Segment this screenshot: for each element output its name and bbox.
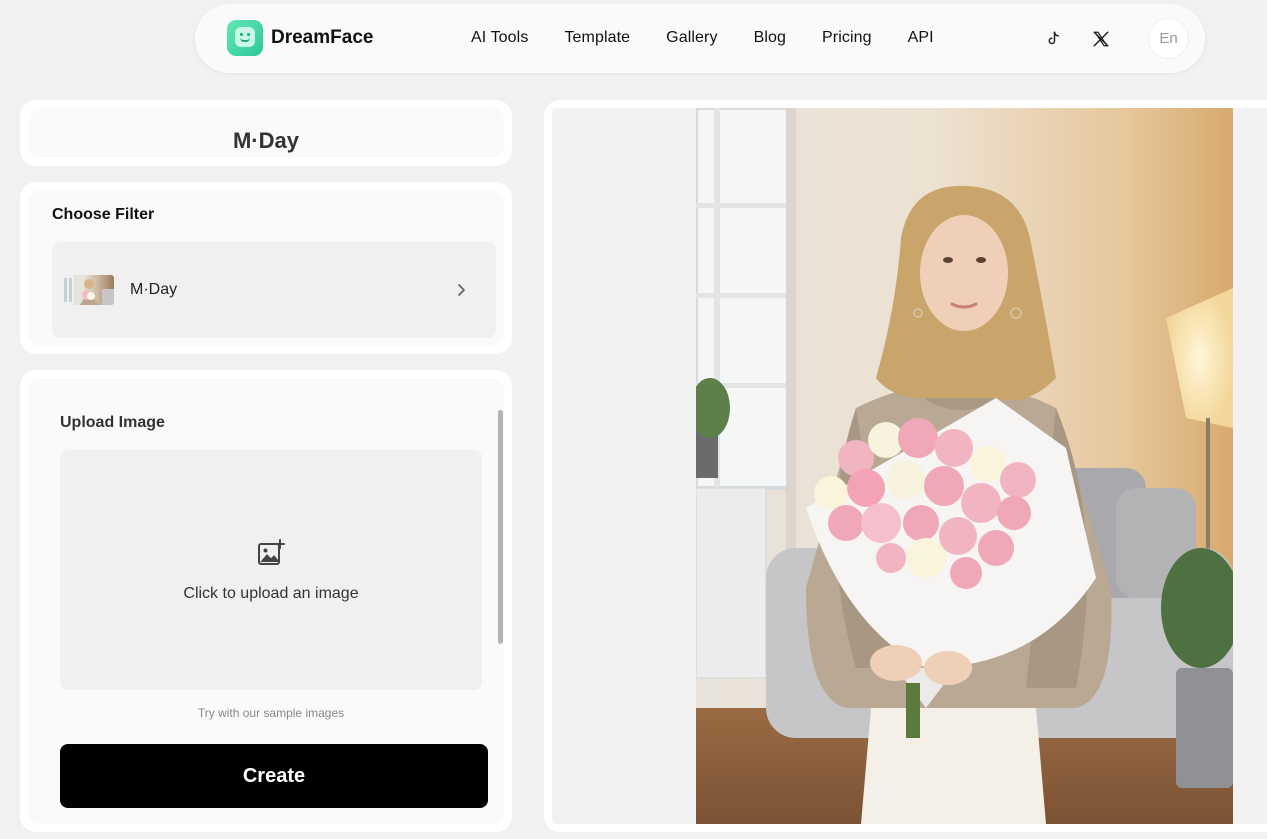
upload-dropzone[interactable]: Click to upload an image — [60, 450, 482, 690]
page-title: M·Day — [232, 128, 299, 153]
tiktok-icon[interactable] — [1043, 29, 1063, 49]
top-navigation-bar: DreamFace AI Tools Template Gallery Blog… — [195, 4, 1205, 73]
filter-card: Choose Filter M·Day — [20, 182, 512, 354]
preview-image — [696, 108, 1233, 824]
upload-card: Upload Image Click to upload an image Tr… — [20, 370, 512, 832]
brand-logo[interactable]: DreamFace — [227, 20, 373, 56]
upload-instruction: Click to upload an image — [183, 585, 359, 602]
nav-gallery[interactable]: Gallery — [666, 29, 717, 47]
filter-thumbnail — [62, 275, 114, 305]
add-image-icon — [256, 538, 286, 568]
dreamface-logo-icon — [227, 20, 263, 56]
scrollbar[interactable] — [498, 410, 503, 644]
sample-images-link[interactable]: Try with our sample images — [28, 706, 514, 720]
filter-selector[interactable]: M·Day — [52, 242, 496, 338]
main-nav: AI Tools Template Gallery Blog Pricing A… — [471, 29, 970, 47]
nav-pricing[interactable]: Pricing — [822, 29, 872, 47]
create-button[interactable]: Create — [60, 744, 488, 808]
choose-filter-heading: Choose Filter — [52, 206, 155, 223]
selected-filter-label: M·Day — [130, 281, 178, 298]
language-switcher[interactable]: En — [1148, 18, 1189, 59]
x-icon[interactable] — [1091, 29, 1111, 49]
social-links — [1043, 29, 1139, 49]
title-card: M·Day — [20, 100, 512, 166]
preview-panel — [544, 100, 1267, 832]
chevron-right-icon — [454, 282, 468, 298]
brand-name: DreamFace — [271, 27, 374, 48]
nav-ai-tools[interactable]: AI Tools — [471, 29, 528, 47]
upload-image-heading: Upload Image — [60, 414, 165, 431]
nav-blog[interactable]: Blog — [754, 29, 786, 47]
nav-api[interactable]: API — [908, 29, 934, 47]
nav-template[interactable]: Template — [564, 29, 630, 47]
